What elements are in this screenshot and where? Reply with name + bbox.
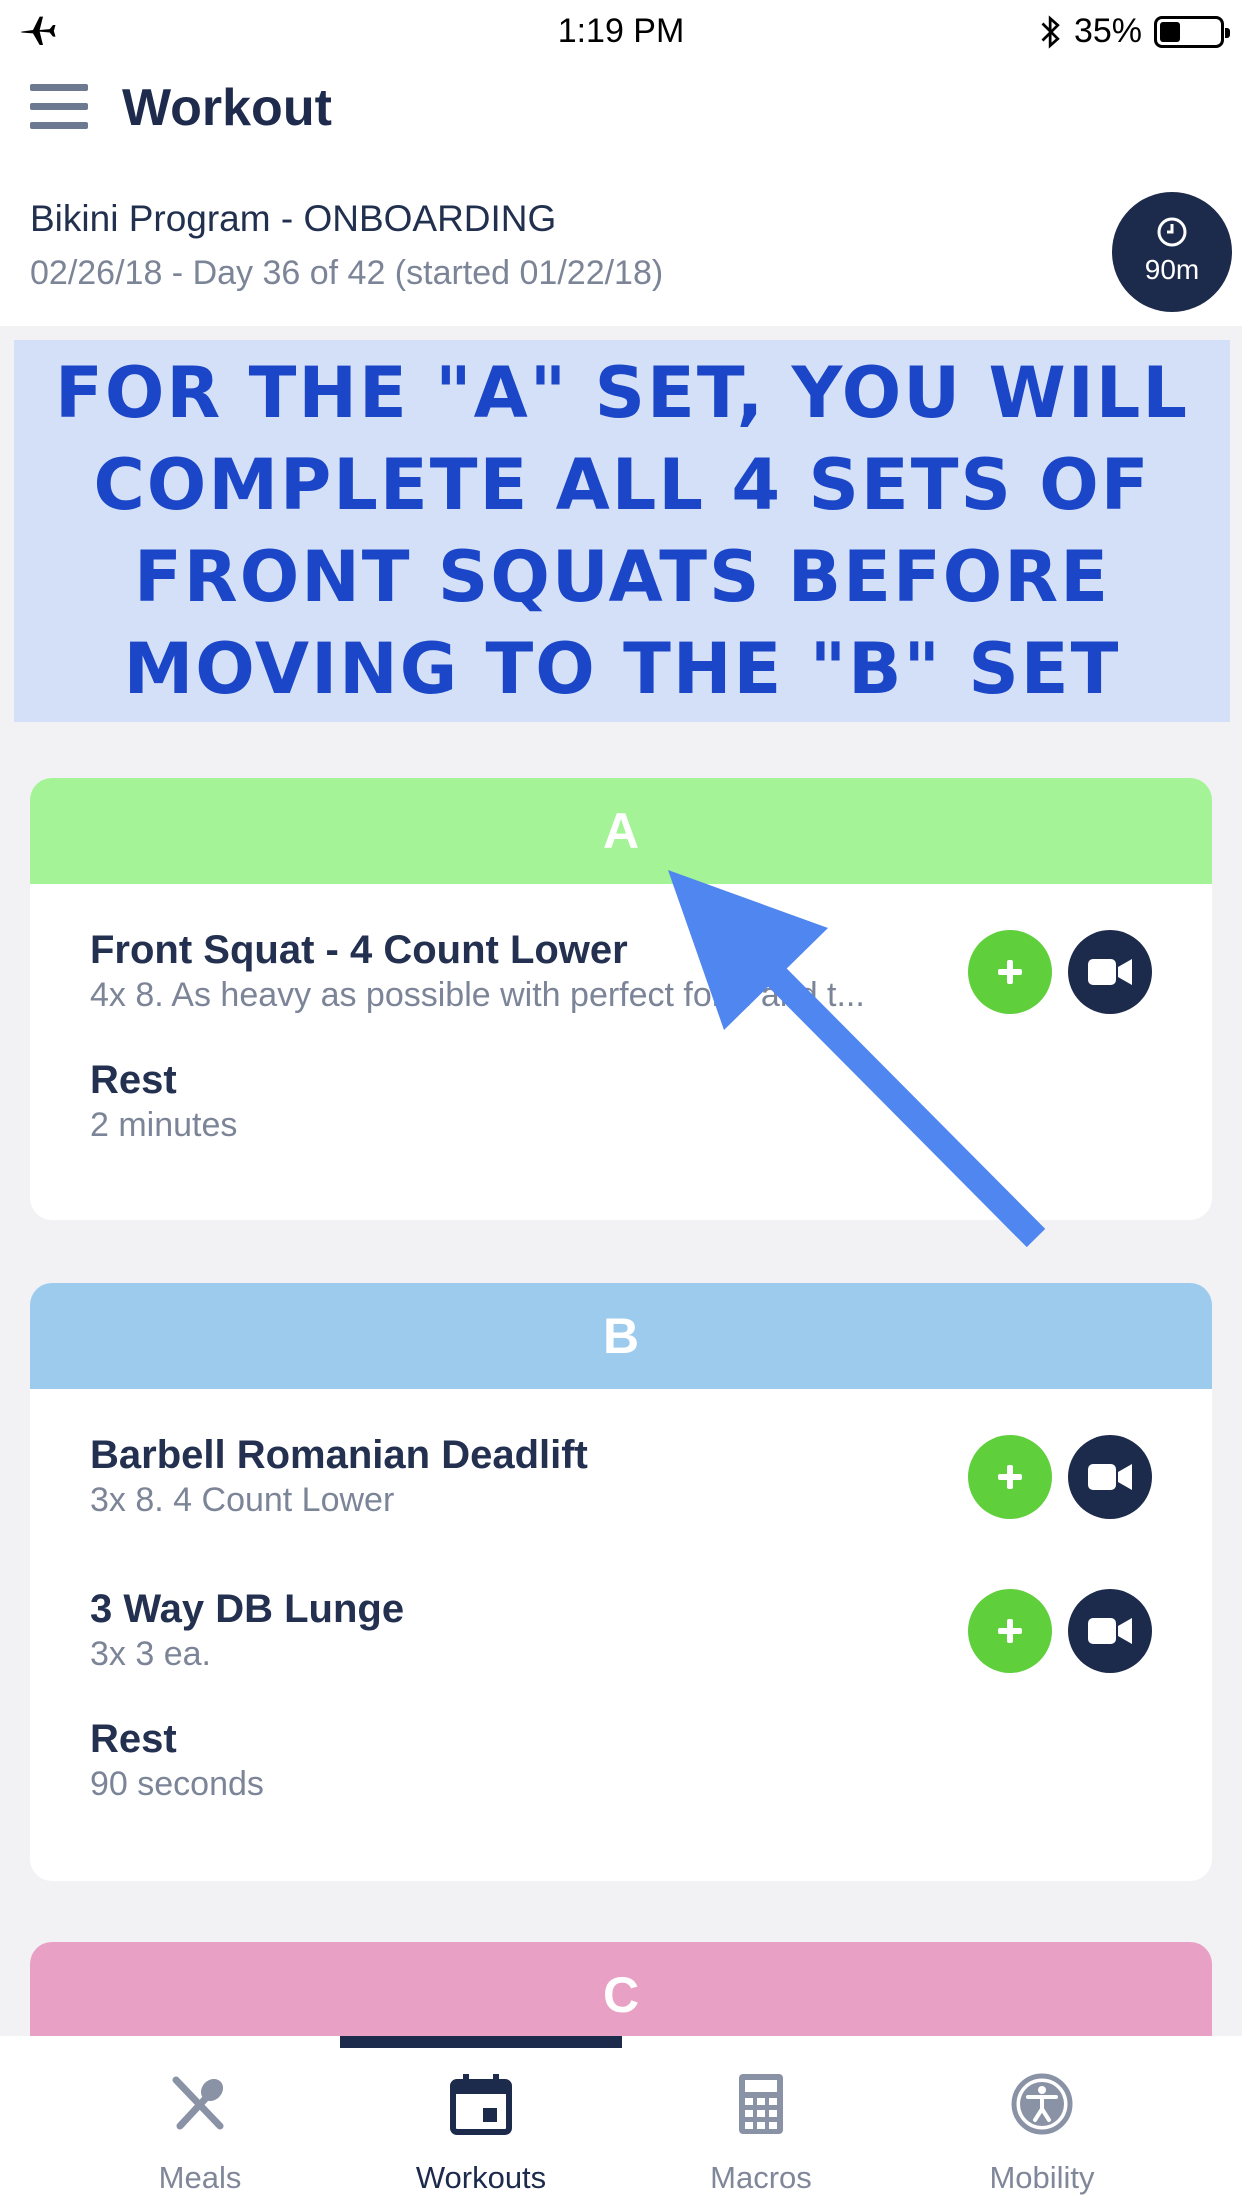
workout-header: Workout Bikini Program - ONBOARDING 02/2… — [0, 62, 1242, 326]
tab-workouts[interactable]: Workouts — [341, 2036, 621, 2208]
add-exercise-button[interactable] — [968, 1589, 1052, 1673]
battery-percent: 35% — [1073, 12, 1142, 50]
exercise-description: 3x 3 ea. — [90, 1635, 211, 1673]
exercise-row[interactable]: Front Squat - 4 Count Lower 4x 8. As hea… — [30, 884, 1212, 1038]
calendar-icon — [450, 2074, 512, 2135]
rest-value: 90 seconds — [90, 1765, 264, 1803]
workout-timer-button[interactable]: 90m — [1112, 192, 1232, 312]
video-button[interactable] — [1068, 930, 1152, 1014]
accessibility-icon — [1011, 2073, 1073, 2135]
hamburger-menu-icon[interactable] — [30, 82, 88, 132]
tab-macros[interactable]: Macros — [621, 2036, 901, 2208]
battery-icon — [1154, 15, 1230, 48]
page-title: Workout — [122, 79, 332, 137]
rest-title: Rest — [90, 1717, 177, 1761]
status-bar: 1:19 PM 35% — [0, 0, 1242, 62]
instruction-banner: FOR THE "A" SET, YOU WILL COMPLETE ALL 4… — [14, 340, 1230, 722]
rest-row: Rest 90 seconds — [30, 1697, 1212, 1851]
exercise-row[interactable]: 3 Way DB Lunge 3x 3 ea. — [30, 1543, 1212, 1697]
tab-label: Workouts — [415, 2160, 547, 2195]
tab-meals[interactable]: Meals — [60, 2036, 340, 2208]
video-camera-icon — [1088, 1618, 1132, 1644]
exercise-name: Barbell Romanian Deadlift — [90, 1433, 588, 1477]
exercise-name: 3 Way DB Lunge — [90, 1587, 405, 1631]
video-camera-icon — [1088, 1464, 1132, 1490]
bottom-tab-bar: Meals Workouts Macros Mobility — [0, 2036, 1242, 2208]
exercise-description: 3x 8. 4 Count Lower — [90, 1481, 395, 1519]
battery-fill — [1160, 21, 1180, 42]
timer-label: 90m — [1144, 254, 1200, 285]
rest-value: 2 minutes — [90, 1106, 238, 1144]
bluetooth-icon — [1041, 14, 1060, 49]
video-camera-icon — [1088, 959, 1132, 985]
program-name: Bikini Program - ONBOARDING — [30, 198, 557, 239]
video-button[interactable] — [1068, 1435, 1152, 1519]
clock-icon — [1157, 217, 1187, 247]
add-exercise-button[interactable] — [968, 930, 1052, 1014]
program-meta: 02/26/18 - Day 36 of 42 (started 01/22/1… — [30, 254, 664, 292]
set-card-b: B Barbell Romanian Deadlift 3x 8. 4 Coun… — [30, 1283, 1212, 1881]
tab-label: Macros — [710, 2160, 812, 2195]
set-header-c: C — [30, 1942, 1212, 2048]
exercise-row[interactable]: Barbell Romanian Deadlift 3x 8. 4 Count … — [30, 1389, 1212, 1543]
tab-label: Meals — [158, 2160, 242, 2195]
set-header-a: A — [30, 778, 1212, 884]
video-button[interactable] — [1068, 1589, 1152, 1673]
tab-label: Mobility — [989, 2160, 1095, 2195]
banner-text: FOR THE "A" SET, YOU WILL COMPLETE ALL 4… — [55, 352, 1189, 710]
exercise-description: 4x 8. As heavy as possible with perfect … — [90, 976, 865, 1014]
calculator-icon — [739, 2074, 783, 2134]
rest-row: Rest 2 minutes — [30, 1038, 1212, 1192]
exercise-name: Front Squat - 4 Count Lower — [90, 928, 628, 972]
rest-title: Rest — [90, 1058, 177, 1102]
meals-icon — [172, 2076, 224, 2130]
set-card-a: A Front Squat - 4 Count Lower 4x 8. As h… — [30, 778, 1212, 1220]
add-exercise-button[interactable] — [968, 1435, 1052, 1519]
tab-mobility[interactable]: Mobility — [902, 2036, 1182, 2208]
status-right: 35% — [1040, 12, 1230, 51]
set-header-b: B — [30, 1283, 1212, 1389]
